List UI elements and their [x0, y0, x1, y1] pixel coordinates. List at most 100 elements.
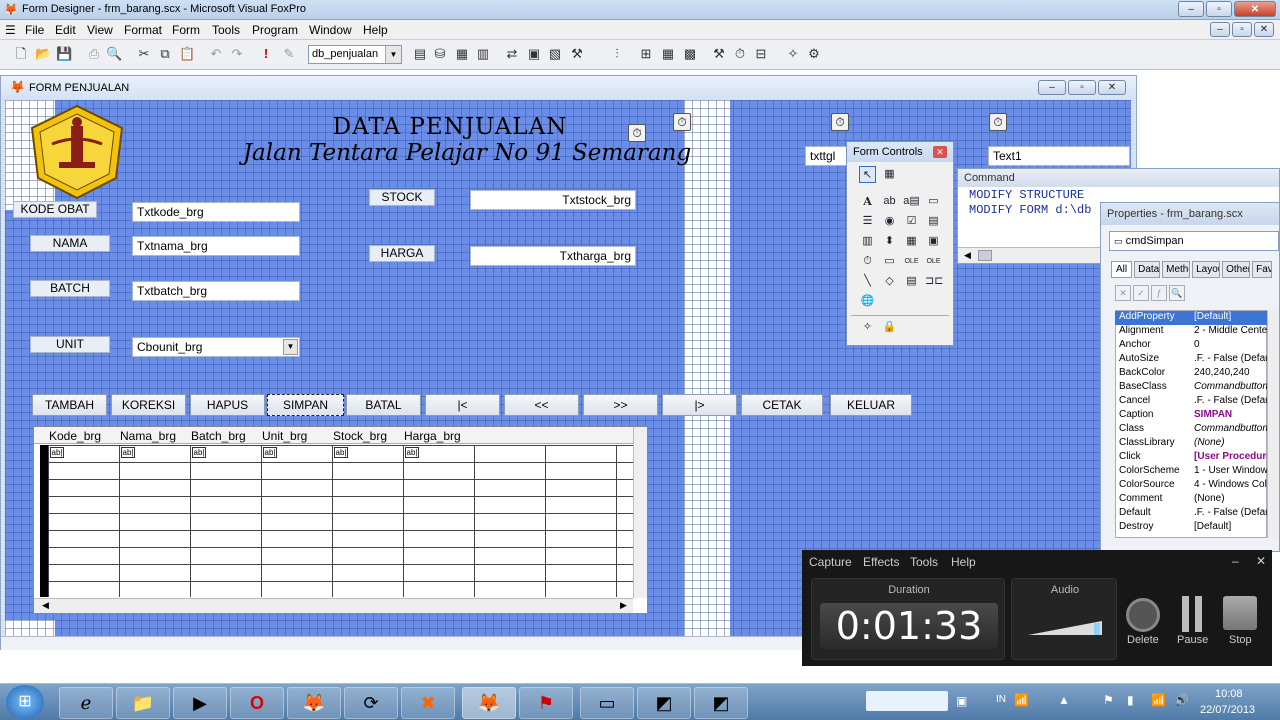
property-row[interactable]: Comment (None) — [1115, 493, 1267, 507]
window-app-icon[interactable]: ▭ — [580, 687, 634, 719]
grid-header-cell[interactable]: Unit_brg — [262, 429, 307, 443]
textbox-tool-icon[interactable]: ab — [881, 193, 898, 210]
report-icon[interactable]: ▥ — [475, 46, 491, 62]
grid-horizontal-scrollbar[interactable]: ◀ ▶ — [34, 598, 633, 613]
copy-icon[interactable]: ⧉ — [157, 46, 173, 62]
grid-header-cell[interactable]: Batch_brg — [191, 429, 246, 443]
shape-tool-icon[interactable]: ◇ — [881, 273, 898, 290]
language-indicator[interactable]: IN — [996, 694, 1006, 705]
accept-icon[interactable]: ✓ — [1133, 285, 1149, 301]
simpan-button[interactable]: SIMPAN — [267, 394, 344, 416]
next-record-button[interactable]: >> — [583, 394, 658, 416]
stock-field[interactable]: Txtstock_brg — [470, 190, 636, 210]
hapus-button[interactable]: HAPUS — [190, 394, 265, 416]
command-window-icon[interactable]: ▤ — [412, 46, 428, 62]
data-grid[interactable]: Kode_brg Nama_brg Batch_brg Unit_brg Sto… — [33, 426, 648, 614]
mdi-restore-button[interactable]: ▫ — [1232, 22, 1252, 37]
object-selector[interactable]: ▭ cmdSimpan — [1109, 231, 1279, 251]
timer-icon[interactable]: ⏱ — [989, 113, 1007, 131]
cetak-button[interactable]: CETAK — [741, 394, 823, 416]
redo-icon[interactable]: ↷ — [229, 46, 245, 62]
layout-icon[interactable]: ⊞ — [638, 46, 654, 62]
recorder-menu-help[interactable]: Help — [951, 555, 976, 569]
menu-window[interactable]: Window — [309, 23, 352, 37]
tab-all[interactable]: All — [1111, 261, 1133, 278]
align-icon[interactable]: ⫶ — [609, 46, 625, 62]
zoom-icon[interactable]: 🔍 — [1169, 285, 1185, 301]
open-icon[interactable]: 📂 — [35, 46, 51, 62]
wizard-icon[interactable]: ✧ — [785, 46, 801, 62]
property-row[interactable]: Destroy [Default] — [1115, 521, 1267, 535]
olecontainer-tool-icon[interactable]: OLE — [903, 253, 920, 270]
tab-layout[interactable]: Layout — [1192, 261, 1221, 278]
clock-date[interactable]: 22/07/2013 — [1200, 704, 1255, 716]
internet-explorer-icon[interactable]: ℯ — [59, 687, 113, 719]
label-unit[interactable]: UNIT — [30, 336, 110, 353]
function-icon[interactable]: ƒ — [1151, 285, 1167, 301]
harga-field[interactable]: Txtharga_brg — [470, 246, 636, 266]
camtasia-icon[interactable]: ◩ — [637, 687, 691, 719]
commandbutton-tool-icon[interactable]: ▭ — [925, 193, 942, 210]
new-icon[interactable]: 🗋 — [13, 46, 29, 62]
grid-header-cell[interactable]: Stock_brg — [333, 429, 387, 443]
pageframe-tool-icon[interactable]: ▭ — [881, 253, 898, 270]
tab-methods[interactable]: Methods — [1162, 261, 1191, 278]
kode-field[interactable]: Txtkode_brg — [132, 202, 300, 222]
property-row[interactable]: Class Commandbutton — [1115, 423, 1267, 437]
volume-icon[interactable]: 🔊 — [1174, 693, 1189, 707]
grid-tool-icon[interactable]: ▦ — [903, 233, 920, 250]
print-preview-icon[interactable]: 🔍 — [106, 46, 122, 62]
menu-format[interactable]: Format — [124, 23, 162, 37]
clock-time[interactable]: 10:08 — [1215, 688, 1243, 700]
property-row[interactable]: ColorScheme 1 - User Windows — [1115, 465, 1267, 479]
tab-favorites[interactable]: Favorites — [1252, 261, 1273, 278]
close-icon[interactable]: ✕ — [933, 146, 947, 158]
firefox-icon[interactable]: 🦊 — [287, 687, 341, 719]
pointer-icon[interactable]: ↖ — [859, 166, 876, 183]
delete-icon[interactable] — [1126, 598, 1160, 632]
timer-icon[interactable]: ⏱ — [628, 124, 646, 142]
prev-record-button[interactable]: << — [504, 394, 579, 416]
property-row[interactable]: BackColor 240,240,240 — [1115, 367, 1267, 381]
property-row[interactable]: Click [User Procedure] — [1115, 451, 1267, 465]
tambah-button[interactable]: TAMBAH — [32, 394, 107, 416]
action-center-icon[interactable]: ⚑ — [1103, 693, 1114, 707]
listbox-tool-icon[interactable]: ▥ — [859, 233, 876, 250]
opera-icon[interactable]: O — [230, 687, 284, 719]
data-session-icon[interactable]: ⛁ — [432, 46, 448, 62]
stop-icon[interactable] — [1223, 596, 1257, 630]
batch-field[interactable]: Txtbatch_brg — [132, 281, 300, 301]
label-stock[interactable]: STOCK — [369, 189, 435, 206]
tab-other[interactable]: Other — [1222, 261, 1251, 278]
scroll-thumb[interactable] — [978, 250, 992, 261]
builder-wand-icon[interactable]: ✧ — [859, 319, 876, 336]
property-row[interactable]: Default .F. - False (Default) — [1115, 507, 1267, 521]
command-line[interactable]: MODIFY FORM d:\db — [969, 203, 1091, 217]
text1-field[interactable]: Text1 — [988, 146, 1130, 166]
menu-tools[interactable]: Tools — [212, 23, 240, 37]
keluar-button[interactable]: KELUAR — [830, 394, 912, 416]
property-row[interactable]: Cancel .F. - False (Default) — [1115, 395, 1267, 409]
koreksi-button[interactable]: KOREKSI — [111, 394, 186, 416]
properties-scrollbar[interactable] — [1267, 310, 1279, 538]
form-controls-icon[interactable]: ▦ — [660, 46, 676, 62]
label-nama[interactable]: NAMA — [30, 235, 110, 252]
menu-form[interactable]: Form — [172, 23, 200, 37]
nero-notification-icon[interactable] — [866, 691, 948, 711]
paste-icon[interactable]: 📋 — [179, 46, 195, 62]
mdi-close-button[interactable]: ✕ — [1254, 22, 1274, 37]
line-tool-icon[interactable]: ╲ — [859, 273, 876, 290]
timer-icon[interactable]: ⏱ — [831, 113, 849, 131]
grid-header-cell[interactable]: Nama_brg — [120, 429, 176, 443]
color-palette-icon[interactable]: ▩ — [682, 46, 698, 62]
minimize-button[interactable]: ‒ — [1178, 1, 1204, 17]
green-app-icon[interactable]: ⟳ — [344, 687, 398, 719]
visual-foxpro-icon[interactable]: 🦊 — [462, 687, 516, 719]
media-player-icon[interactable]: ▶ — [173, 687, 227, 719]
scroll-left-icon[interactable]: ◀ — [964, 250, 971, 261]
commandgroup-tool-icon[interactable]: ☰ — [859, 213, 876, 230]
property-row[interactable]: ClassLibrary (None) — [1115, 437, 1267, 451]
grid-header-cell[interactable]: Harga_brg — [404, 429, 461, 443]
save-icon[interactable]: 💾 — [56, 46, 72, 62]
recorder-menu-tools[interactable]: Tools — [910, 555, 938, 569]
